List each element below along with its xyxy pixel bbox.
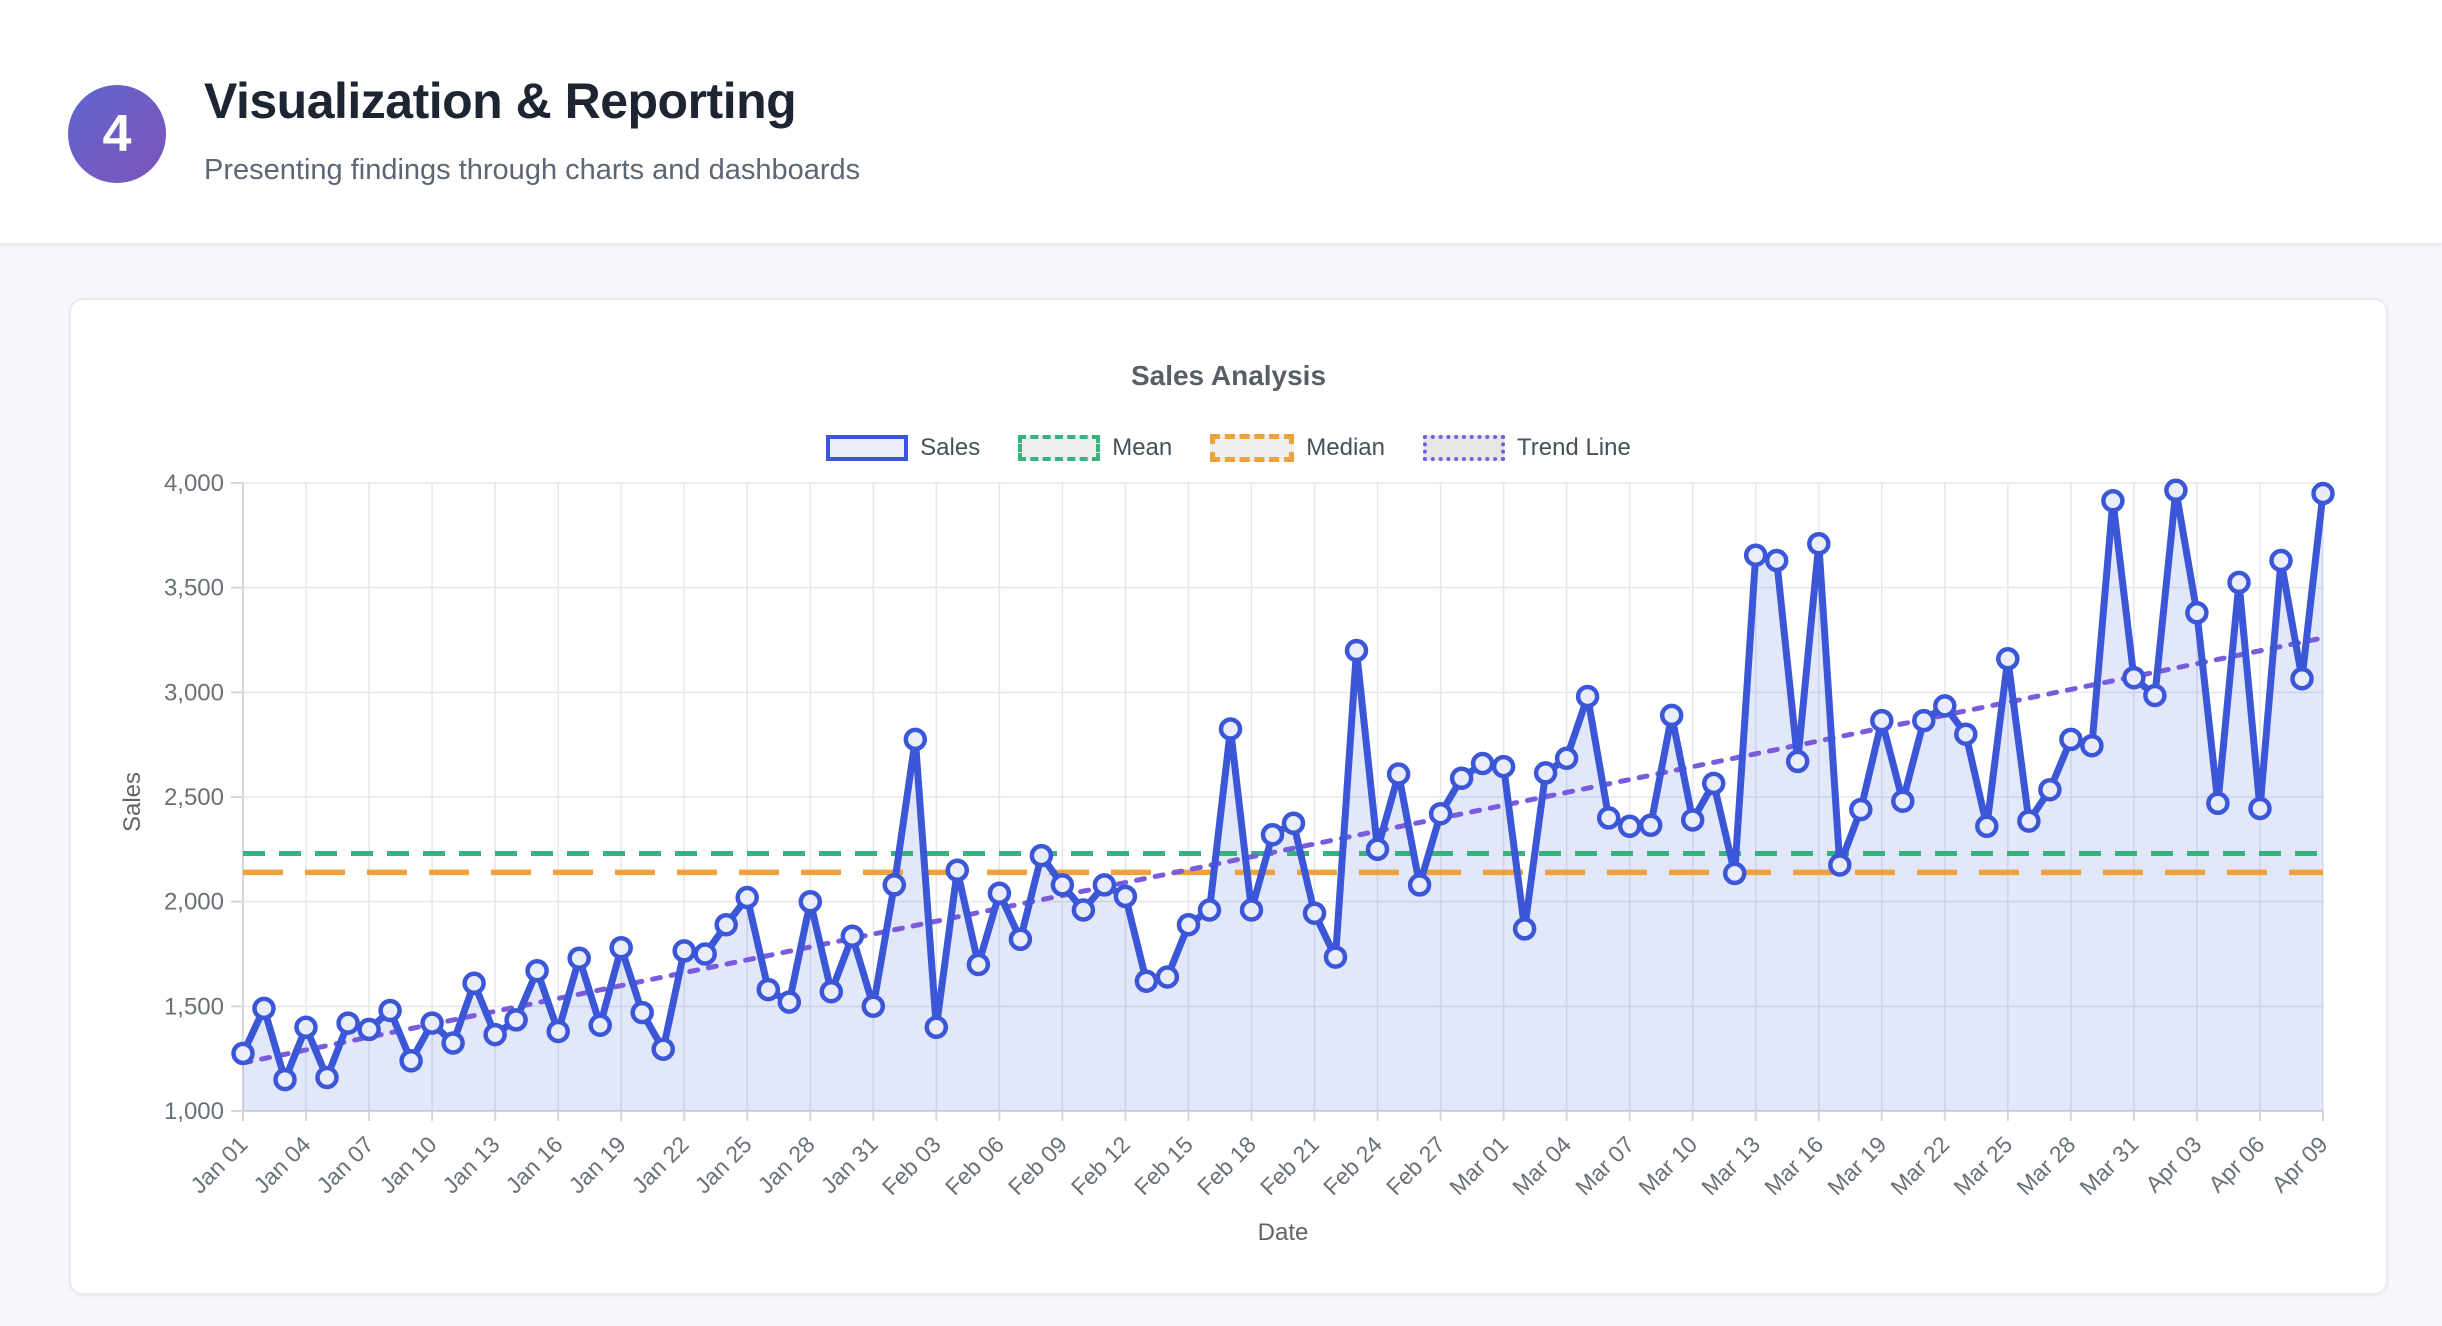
legend-label-sales: Sales bbox=[920, 434, 980, 462]
page: 4 Visualization & Reporting Presenting f… bbox=[0, 0, 2442, 1326]
legend-label-mean: Mean bbox=[1112, 434, 1172, 462]
step-number-badge: 4 bbox=[68, 85, 166, 183]
legend-item-sales[interactable]: Sales bbox=[826, 434, 980, 462]
median-swatch bbox=[1210, 434, 1294, 462]
legend-item-median[interactable]: Median bbox=[1210, 434, 1385, 462]
legend-label-trend: Trend Line bbox=[1517, 434, 1631, 462]
chart-title: Sales Analysis bbox=[69, 360, 2388, 392]
legend-label-median: Median bbox=[1306, 434, 1385, 462]
page-title: Visualization & Reporting bbox=[204, 72, 796, 130]
legend-item-trend[interactable]: Trend Line bbox=[1423, 434, 1631, 462]
trend-swatch bbox=[1423, 435, 1505, 461]
chart-legend: Sales Mean Median Trend Line bbox=[69, 434, 2388, 462]
page-subtitle: Presenting findings through charts and d… bbox=[204, 154, 860, 187]
mean-swatch bbox=[1018, 435, 1100, 461]
sales-swatch bbox=[826, 435, 908, 461]
legend-item-mean[interactable]: Mean bbox=[1018, 434, 1172, 462]
page-header: 4 Visualization & Reporting Presenting f… bbox=[0, 0, 2442, 245]
